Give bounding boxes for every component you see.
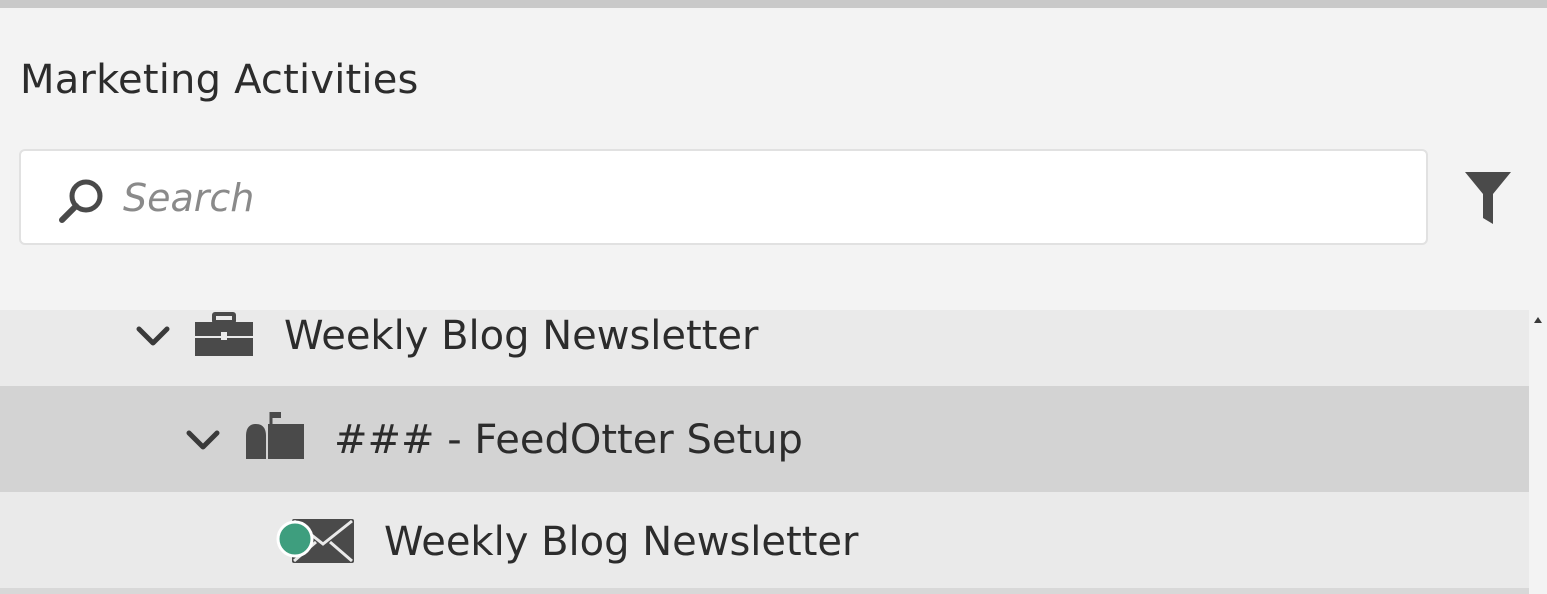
tree-item-label: Weekly Blog Newsletter: [384, 519, 859, 565]
tree-item-folder[interactable]: ### - FeedOtter Setup: [0, 386, 1529, 492]
tree-item-program[interactable]: Weekly Blog Newsletter: [0, 310, 1529, 386]
mailbox-icon: [246, 412, 304, 459]
activity-tree: Weekly Blog Newsletter ### - FeedOtter S…: [0, 310, 1529, 594]
tree-item-label: ### - FeedOtter Setup: [334, 417, 803, 463]
filter-icon[interactable]: [1462, 168, 1514, 228]
scroll-up-arrow-icon[interactable]: [1533, 316, 1543, 324]
search-box[interactable]: [19, 149, 1428, 245]
tree-bottom-border: [0, 588, 1529, 594]
chevron-down-icon[interactable]: [185, 428, 221, 452]
top-border: [0, 0, 1547, 8]
tree-item-label: Weekly Blog Newsletter: [284, 313, 759, 359]
envelope-icon: [276, 519, 354, 563]
panel-title: Marketing Activities: [20, 57, 419, 103]
scrollbar[interactable]: [1529, 310, 1547, 594]
status-active-indicator: [276, 520, 314, 558]
search-input[interactable]: [123, 169, 1403, 227]
search-icon: [59, 179, 103, 223]
chevron-down-icon[interactable]: [135, 324, 171, 348]
tree-item-email[interactable]: Weekly Blog Newsletter: [0, 492, 1529, 588]
briefcase-icon: [195, 312, 253, 356]
